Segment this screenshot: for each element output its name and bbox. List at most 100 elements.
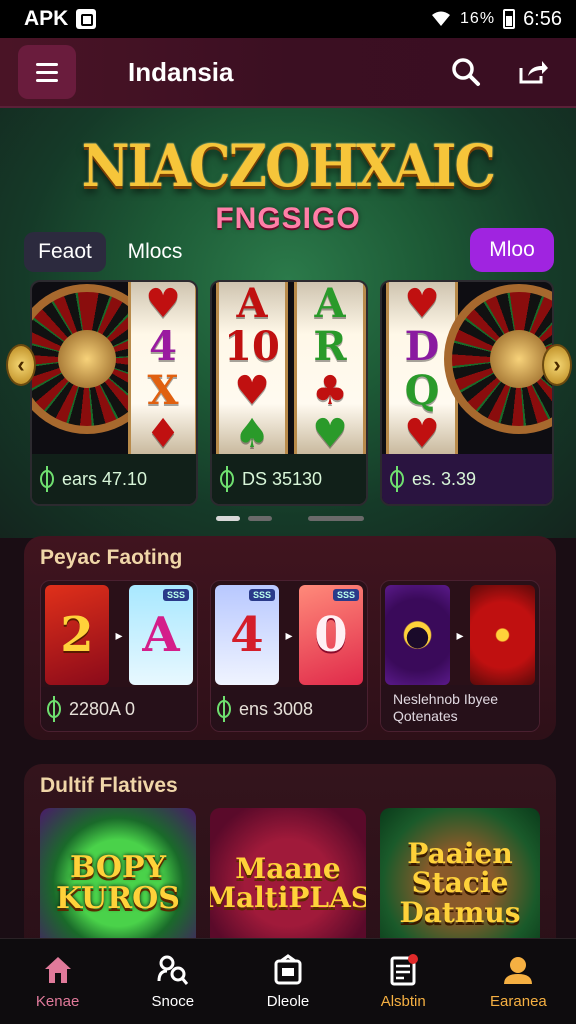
wifi-icon bbox=[432, 11, 451, 26]
ticket-icon bbox=[274, 954, 302, 985]
arrow-right-icon: ▸ bbox=[456, 626, 464, 643]
menu-button[interactable] bbox=[18, 45, 76, 99]
share-icon bbox=[519, 61, 548, 84]
feature-card-title: Paaien Stacie Datmus bbox=[399, 836, 521, 929]
bottom-navigation: Kenae Snoce Dleole Alsbtin Earanea bbox=[0, 938, 576, 1024]
clock: 6:56 bbox=[523, 7, 562, 30]
arrow-right-icon: ▸ bbox=[115, 626, 123, 643]
promo-tile: SSS A bbox=[129, 585, 193, 685]
filter-chip-mloo[interactable]: Mloo bbox=[470, 228, 554, 272]
payout-card[interactable]: 2 ▸ SSS A 2280A 0 bbox=[40, 580, 198, 732]
section-title: Peyac Faoting bbox=[40, 546, 183, 569]
game-card[interactable]: A 10 ♥ ♠ A R ♣ ♥ DS 35130 bbox=[210, 280, 368, 506]
tile-value: 4 bbox=[230, 607, 264, 663]
pagination-dot[interactable] bbox=[216, 516, 240, 521]
payout-card-label: 2280A 0 bbox=[69, 698, 136, 719]
slot-reel: A 10 ♥ ♠ bbox=[216, 282, 288, 456]
game-card-label: DS 35130 bbox=[242, 468, 323, 489]
chevron-left-icon: ‹ bbox=[17, 352, 25, 377]
payout-card-art: SSS 4 ▸ SSS 0 bbox=[211, 581, 367, 689]
tile-tag: SSS bbox=[248, 589, 275, 601]
tile-value: A bbox=[142, 607, 180, 663]
pagination-dot[interactable] bbox=[248, 516, 272, 521]
promo-tile bbox=[470, 585, 535, 685]
game-card-label: ears 47.10 bbox=[62, 468, 148, 489]
pagination-dot[interactable] bbox=[308, 516, 364, 521]
promo-tile: ● bbox=[385, 585, 450, 685]
nav-item-dleole[interactable]: Dleole bbox=[230, 939, 345, 1024]
share-button[interactable] bbox=[510, 48, 558, 96]
slot-reel: ♥ 4 X ♦ bbox=[128, 282, 196, 456]
roulette-wheel bbox=[444, 284, 552, 434]
payout-card-art: ● ▸ bbox=[381, 581, 539, 689]
carousel-pagination bbox=[216, 516, 364, 521]
arrow-right-icon: ▸ bbox=[285, 626, 293, 643]
filter-chip-feaot[interactable]: Feaot bbox=[24, 232, 106, 272]
feature-card[interactable]: Maane MaltiPLAS bbox=[210, 808, 366, 958]
feature-card[interactable]: Paaien Stacie Datmus bbox=[380, 808, 540, 958]
payout-card-footer: ens 3008 bbox=[211, 687, 367, 731]
coin-icon bbox=[47, 696, 61, 722]
app-title: Indansia bbox=[128, 56, 234, 87]
coin-icon bbox=[390, 466, 404, 492]
tile-value: 0 bbox=[314, 607, 348, 663]
nav-item-home[interactable]: Kenae bbox=[0, 939, 115, 1024]
payout-section: Peyac Faoting 2 ▸ SSS A 2280A 0 SSS 4 ▸ bbox=[24, 536, 556, 740]
feature-card-title: BOPY KUROS bbox=[56, 849, 180, 916]
chevron-right-icon: › bbox=[553, 352, 561, 377]
carousel-prev-button[interactable]: ‹ bbox=[6, 344, 36, 386]
tile-value: 2 bbox=[60, 607, 94, 663]
promo-tile: SSS 0 bbox=[299, 585, 363, 685]
promo-tile: 2 bbox=[45, 585, 109, 685]
hero-header: NIACZOHXAIC FNGSIGO bbox=[30, 132, 546, 236]
status-right: 16% 6:56 bbox=[430, 8, 562, 31]
menu-line bbox=[36, 70, 58, 74]
carousel-next-button[interactable]: › bbox=[542, 344, 572, 386]
filter-chip-mlocs[interactable]: Mlocs bbox=[120, 232, 190, 272]
game-carousel: ♥ 4 X ♦ ears 47.10 A 10 ♥ ♠ A R ♣ ♥ DS 3… bbox=[30, 280, 554, 506]
payout-card-label: ens 3008 bbox=[239, 698, 314, 719]
coin-icon bbox=[220, 466, 234, 492]
hero-banner: NIACZOHXAIC FNGSIGO Feaot Mlocs Mloo ♥ 4… bbox=[0, 108, 576, 538]
nav-item-alsbtin[interactable]: Alsbtin bbox=[346, 939, 461, 1024]
nav-label: Earanea bbox=[490, 993, 547, 1010]
feature-card[interactable]: BOPY KUROS bbox=[40, 808, 196, 958]
battery-icon bbox=[503, 9, 516, 29]
payout-card-footer: 2280A 0 bbox=[41, 687, 197, 731]
nav-label: Alsbtin bbox=[380, 993, 426, 1010]
carrier-label: APK bbox=[24, 7, 69, 30]
search-button[interactable] bbox=[442, 48, 490, 96]
payout-card[interactable]: SSS 4 ▸ SSS 0 ens 3008 bbox=[210, 580, 368, 732]
search-icon bbox=[452, 58, 480, 86]
search-people-icon bbox=[157, 955, 188, 985]
game-card-art: ♥ 4 X ♦ bbox=[32, 282, 196, 456]
app-bar: Indansia bbox=[0, 38, 576, 108]
home-icon bbox=[44, 957, 71, 983]
hero-subtitle: FNGSIGO bbox=[215, 202, 361, 235]
payout-card-art: 2 ▸ SSS A bbox=[41, 581, 197, 689]
hero-title: NIACZOHXAIC bbox=[81, 132, 496, 200]
app-notification-icon bbox=[76, 9, 97, 29]
menu-line bbox=[36, 62, 58, 66]
status-left: APK bbox=[24, 7, 97, 31]
coin-icon: ● bbox=[405, 618, 430, 652]
tile-tag: SSS bbox=[162, 589, 189, 601]
game-card-footer: es. 3.39 bbox=[382, 454, 552, 504]
coin-icon bbox=[217, 696, 231, 722]
receipt-icon bbox=[390, 954, 419, 986]
nav-label: Dleole bbox=[266, 993, 310, 1010]
profile-icon bbox=[504, 957, 533, 984]
signal-text: 16% bbox=[460, 10, 496, 27]
promo-tile: SSS 4 bbox=[215, 585, 279, 685]
game-card-art: ♥ D Q ♥ bbox=[382, 282, 552, 456]
nav-item-earanea[interactable]: Earanea bbox=[461, 939, 576, 1024]
status-bar: APK 16% 6:56 bbox=[0, 0, 576, 38]
game-card[interactable]: ♥ D Q ♥ es. 3.39 bbox=[380, 280, 554, 506]
tile-tag: SSS bbox=[332, 589, 359, 601]
features-section: Dultif Flatives BOPY KUROS Maane MaltiPL… bbox=[24, 764, 556, 964]
nav-label: Kenae bbox=[35, 993, 80, 1010]
nav-item-snoce[interactable]: Snoce bbox=[115, 939, 230, 1024]
payout-card[interactable]: ● ▸ Neslehnob Ibyee Qotenates bbox=[380, 580, 540, 732]
game-card[interactable]: ♥ 4 X ♦ ears 47.10 bbox=[30, 280, 198, 506]
slot-reel: A R ♣ ♥ bbox=[294, 282, 366, 456]
